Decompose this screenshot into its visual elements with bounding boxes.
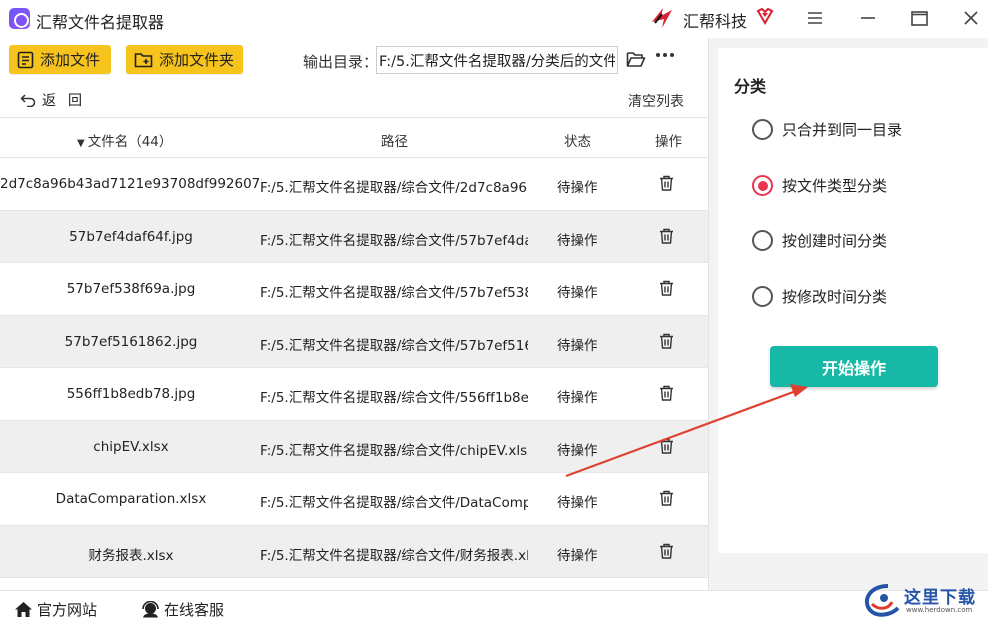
- app-logo-icon: [9, 8, 30, 29]
- option-label: 按创建时间分类: [782, 232, 888, 250]
- close-button[interactable]: [958, 6, 984, 30]
- status-cell: 待操作: [557, 495, 598, 511]
- output-dir-field[interactable]: [376, 46, 618, 74]
- name-column-header[interactable]: ▼ 文件名（44）: [77, 130, 172, 150]
- table-row[interactable]: chipEV.xlsx F:/5.汇帮文件名提取器/综合文件/chipEV.xls…: [0, 420, 708, 473]
- option-label: 只合并到同一目录: [782, 121, 903, 139]
- trash-icon[interactable]: [659, 333, 674, 353]
- option-label: 按文件类型分类: [782, 177, 888, 195]
- brand-name: 汇帮科技: [683, 12, 748, 31]
- option-by-file-type[interactable]: 按文件类型分类: [752, 175, 887, 196]
- title-bar: 汇帮文件名提取器 汇帮科技: [0, 0, 988, 38]
- file-name-cell: chipEV.xlsx: [93, 438, 169, 455]
- trash-icon[interactable]: [659, 228, 674, 248]
- file-name-cell: 57b7ef538f69a.jpg: [66, 281, 196, 297]
- table-row[interactable]: 57b7ef4daf64f.jpg F:/5.汇帮文件名提取器/综合文件/57b7…: [0, 210, 708, 263]
- radio-circle-selected: [752, 175, 773, 196]
- home-icon: [15, 602, 32, 617]
- classify-title: 分类: [734, 77, 767, 96]
- table-row[interactable]: DataComparation.xlsx F:/5.汇帮文件名提取器/综合文件/D…: [0, 473, 708, 526]
- status-cell: 待操作: [557, 390, 598, 406]
- file-name-cell: DataComparation.xlsx: [55, 491, 207, 507]
- maximize-button[interactable]: [906, 6, 932, 30]
- file-path-cell: F:/5.汇帮文件名提取器/综合文件/57b7ef4daf64: [260, 232, 528, 249]
- website-label: 官方网站: [37, 601, 98, 619]
- menu-icon[interactable]: [802, 6, 828, 30]
- back-label: 返回: [42, 93, 94, 109]
- trash-icon[interactable]: [659, 543, 674, 563]
- trash-icon[interactable]: [659, 490, 674, 510]
- trash-icon[interactable]: [659, 438, 674, 458]
- file-name-cell: 2d7c8a96b43ad7121e93708df9926071.xlsx: [0, 176, 262, 192]
- official-website-link[interactable]: 官方网站: [14, 599, 97, 620]
- option-by-modified-time[interactable]: 按修改时间分类: [752, 286, 887, 307]
- file-list-panel: 添加文件 添加文件夹 输出目录： 返回 清空列表 ▼文件名（44） 路径 状态 …: [0, 38, 708, 590]
- radio-circle: [752, 230, 773, 251]
- add-file-button[interactable]: 添加文件: [9, 45, 111, 74]
- radio-circle: [752, 119, 773, 140]
- file-path-cell: F:/5.汇帮文件名提取器/综合文件/DataCompara: [260, 495, 528, 511]
- status-cell: 待操作: [557, 442, 598, 459]
- status-cell: 待操作: [557, 547, 598, 564]
- clear-list-button[interactable]: 清空列表: [628, 91, 684, 111]
- brand-logo-icon: [652, 8, 672, 28]
- file-path-cell: F:/5.汇帮文件名提取器/综合文件/2d7c8a96b43: [260, 180, 528, 196]
- path-column-header: 路径: [381, 134, 408, 150]
- file-path-cell: F:/5.汇帮文件名提取器/综合文件/57b7ef51618: [260, 337, 528, 354]
- op-column-header: 操作: [655, 134, 682, 150]
- file-name-cell: 556ff1b8edb78.jpg: [66, 386, 196, 402]
- status-cell: 待操作: [557, 180, 598, 196]
- add-folder-label: 添加文件夹: [159, 51, 235, 69]
- undo-arrow-icon: [20, 93, 36, 107]
- option-merge-same-dir[interactable]: 只合并到同一目录: [752, 119, 902, 140]
- file-path-cell: F:/5.汇帮文件名提取器/综合文件/556ff1b8edb7: [260, 390, 528, 406]
- file-name-cell: 57b7ef5161862.jpg: [64, 333, 198, 350]
- radio-circle: [752, 286, 773, 307]
- start-button[interactable]: 开始操作: [770, 346, 938, 387]
- add-folder-button[interactable]: 添加文件夹: [126, 45, 243, 74]
- status-column-header: 状态: [564, 134, 591, 150]
- add-file-icon: [17, 51, 34, 68]
- online-support-link[interactable]: 在线客服: [141, 599, 224, 620]
- headset-icon: [142, 600, 159, 617]
- status-cell: 待操作: [557, 285, 598, 301]
- trash-icon[interactable]: [659, 280, 674, 300]
- app-title: 汇帮文件名提取器: [36, 13, 165, 32]
- heart-badge-icon[interactable]: [756, 7, 774, 25]
- status-cell: 待操作: [557, 232, 598, 249]
- add-folder-icon: [134, 53, 153, 68]
- table-row[interactable]: 556ff1b8edb78.jpg F:/5.汇帮文件名提取器/综合文件/556f…: [0, 368, 708, 421]
- file-table: ▼ 文件名（44） 路径 状态 操作 2d7c8a96b43ad7121e9370…: [0, 117, 708, 578]
- trash-icon[interactable]: [659, 385, 674, 405]
- file-path-cell: F:/5.汇帮文件名提取器/综合文件/57b7ef538f69: [260, 285, 528, 301]
- file-name-cell: 57b7ef4daf64f.jpg: [69, 228, 193, 245]
- table-row[interactable]: 2d7c8a96b43ad7121e93708df9926071.xlsxF:/…: [0, 158, 708, 211]
- minimize-button[interactable]: [855, 6, 881, 30]
- table-row[interactable]: 财务报表.xlsx F:/5.汇帮文件名提取器/综合文件/财务报表.xlsx 待操作: [0, 525, 708, 578]
- table-header: ▼ 文件名（44） 路径 状态 操作: [0, 117, 708, 158]
- table-row[interactable]: 57b7ef5161862.jpg F:/5.汇帮文件名提取器/综合文件/57b7…: [0, 315, 708, 368]
- table-row[interactable]: 57b7ef538f69a.jpg F:/5.汇帮文件名提取器/综合文件/57b7…: [0, 263, 708, 316]
- more-options-icon[interactable]: [655, 52, 675, 58]
- trash-icon[interactable]: [659, 175, 674, 195]
- watermark-text: 这里下载: [904, 588, 976, 608]
- footer: 官方网站 在线客服: [0, 590, 988, 620]
- support-label: 在线客服: [164, 601, 225, 619]
- output-dir-label: 输出目录：: [303, 53, 379, 71]
- back-button[interactable]: 返回: [20, 90, 94, 110]
- sort-desc-icon: ▼: [77, 138, 85, 149]
- option-label: 按修改时间分类: [782, 288, 888, 306]
- watermark-url: www.herdown.com: [906, 606, 973, 614]
- add-file-label: 添加文件: [40, 51, 101, 69]
- file-name-cell: 财务报表.xlsx: [88, 547, 174, 564]
- status-cell: 待操作: [557, 337, 598, 354]
- file-path-cell: F:/5.汇帮文件名提取器/综合文件/财务报表.xlsx: [260, 547, 528, 564]
- file-path-cell: F:/5.汇帮文件名提取器/综合文件/chipEV.xlsx: [260, 442, 528, 459]
- table-body: 2d7c8a96b43ad7121e93708df9926071.xlsxF:/…: [0, 158, 708, 578]
- folder-open-icon[interactable]: [626, 51, 646, 68]
- option-by-created-time[interactable]: 按创建时间分类: [752, 230, 887, 251]
